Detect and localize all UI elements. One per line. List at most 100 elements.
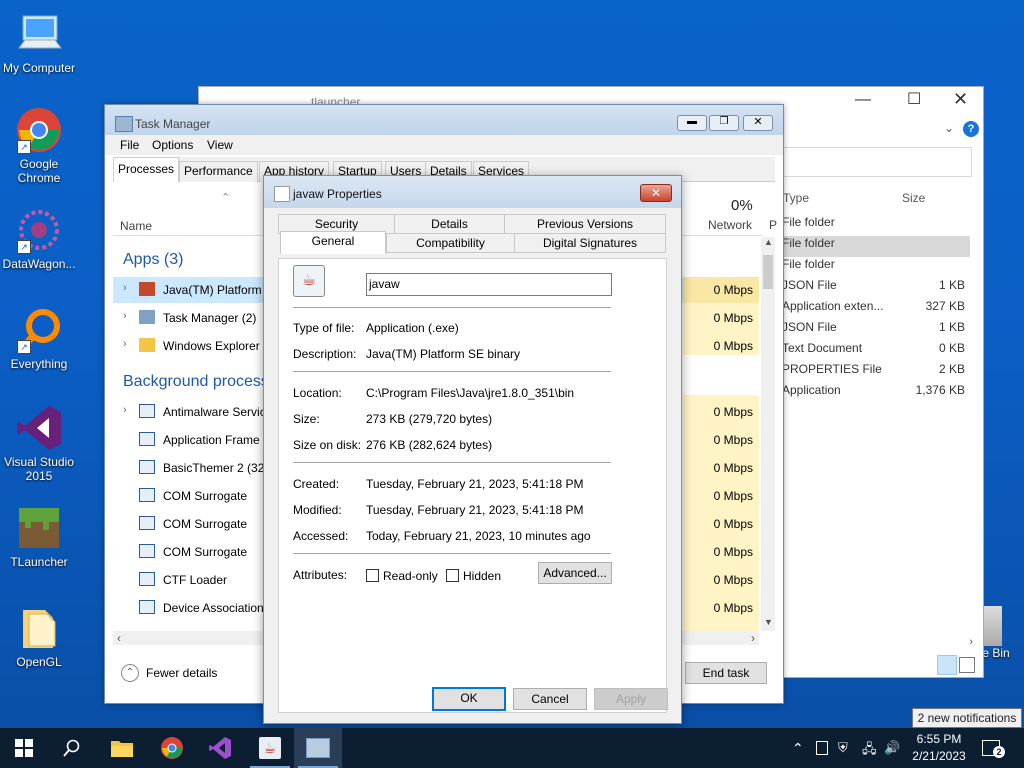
- details-view-icon[interactable]: [937, 655, 957, 675]
- volume-icon[interactable]: 🔊: [884, 740, 900, 756]
- large-icons-view-icon[interactable]: [959, 657, 975, 673]
- desktop-icon-visual-studio[interactable]: Visual Studio 2015: [0, 404, 78, 483]
- cancel-button[interactable]: Cancel: [513, 688, 587, 710]
- close-button[interactable]: ✕: [640, 184, 672, 202]
- file-row[interactable]: PROPERTIES File 2 KB: [782, 362, 970, 383]
- readonly-label[interactable]: Read-only: [383, 569, 438, 583]
- file-row[interactable]: JSON File 1 KB: [782, 278, 970, 299]
- tab-general[interactable]: General: [280, 231, 386, 254]
- readonly-checkbox[interactable]: [366, 569, 379, 582]
- security-center-icon[interactable]: ⛨: [838, 740, 848, 756]
- process-name: Device Association: [163, 601, 264, 615]
- minimize-button[interactable]: ▬: [677, 115, 707, 131]
- taskbar-chrome[interactable]: [148, 728, 196, 768]
- properties-dialog[interactable]: javaw Properties ✕ Security Details Prev…: [263, 175, 682, 724]
- clock-time: 6:55 PM: [916, 732, 962, 746]
- taskbar-file-explorer[interactable]: [98, 728, 146, 768]
- vertical-scrollbar[interactable]: ▲ ▼: [761, 237, 775, 631]
- ok-button[interactable]: OK: [432, 687, 506, 711]
- show-hidden-icons-chevron[interactable]: ⌃: [792, 740, 804, 757]
- close-icon[interactable]: ✕: [953, 89, 968, 110]
- search-icon: [63, 739, 80, 757]
- network-value: 0 Mbps: [713, 339, 753, 353]
- network-icon[interactable]: 🖧: [862, 740, 877, 762]
- file-size: 2 KB: [938, 362, 965, 376]
- chevron-down-icon[interactable]: ⌄: [944, 121, 954, 135]
- fewer-details-link[interactable]: Fewer details: [146, 666, 217, 680]
- column-type[interactable]: Type: [783, 191, 809, 205]
- file-row[interactable]: File folder: [782, 257, 970, 278]
- scrollbar-thumb[interactable]: [763, 255, 773, 289]
- tab-digital-signatures[interactable]: Digital Signatures: [514, 233, 666, 253]
- expand-chevron-icon[interactable]: ›: [123, 404, 127, 416]
- desktop-icon-datawagon[interactable]: ↗ DataWagon...: [0, 206, 78, 271]
- network-value: 0 Mbps: [713, 601, 753, 615]
- horizontal-scrollbar[interactable]: ›: [782, 636, 977, 651]
- tray-app-icon[interactable]: [816, 741, 828, 755]
- desktop-icon-my-computer[interactable]: My Computer: [0, 10, 78, 75]
- process-row[interactable]: Application Frame: [119, 427, 269, 453]
- tab-compatibility[interactable]: Compatibility: [386, 233, 515, 253]
- start-button[interactable]: [0, 728, 48, 768]
- advanced-button[interactable]: Advanced...: [538, 562, 612, 584]
- hidden-checkbox[interactable]: [446, 569, 459, 582]
- process-row[interactable]: › Task Manager (2): [119, 305, 269, 331]
- column-p[interactable]: P: [769, 218, 777, 232]
- desktop-icon-everything[interactable]: ↗ Everything: [0, 306, 78, 371]
- properties-titlebar[interactable]: javaw Properties ✕: [264, 176, 681, 209]
- java-file-icon: [274, 186, 290, 202]
- file-row[interactable]: Application 1,376 KB: [782, 383, 970, 404]
- menu-options[interactable]: Options: [152, 138, 193, 152]
- column-size[interactable]: Size: [902, 191, 925, 205]
- tab-performance[interactable]: Performance: [179, 161, 258, 182]
- close-button[interactable]: ✕: [743, 115, 773, 131]
- desktop-icon-recycle-bin[interactable]: e Bin: [980, 606, 1020, 660]
- expand-chevron-icon[interactable]: ›: [123, 282, 127, 294]
- datawagon-icon: ↗: [15, 206, 63, 254]
- collapse-up-icon[interactable]: ⌃: [121, 664, 139, 682]
- menu-view[interactable]: View: [207, 138, 233, 152]
- file-row[interactable]: File folder: [782, 215, 970, 236]
- column-name[interactable]: Name: [120, 219, 152, 233]
- process-row[interactable]: › Java(TM) Platform: [119, 277, 269, 303]
- file-row[interactable]: Text Document 0 KB: [782, 341, 970, 362]
- action-center-button[interactable]: 2: [980, 736, 1005, 760]
- desktop-icon-opengl[interactable]: OpenGL: [0, 604, 78, 669]
- menu-file[interactable]: File: [120, 138, 139, 152]
- end-task-button[interactable]: End task: [685, 662, 767, 684]
- process-row[interactable]: › Antimalware Servic: [119, 399, 269, 425]
- column-network[interactable]: Network: [708, 218, 752, 232]
- process-row[interactable]: COM Surrogate: [119, 483, 269, 509]
- file-row[interactable]: JSON File 1 KB: [782, 320, 970, 341]
- clock[interactable]: 6:55 PM 2/21/2023: [904, 731, 974, 765]
- process-row[interactable]: Device Association: [119, 595, 269, 621]
- process-row[interactable]: COM Surrogate: [119, 539, 269, 565]
- file-row[interactable]: Application exten... 327 KB: [782, 299, 970, 320]
- process-row[interactable]: CTF Loader: [119, 567, 269, 593]
- help-icon[interactable]: ?: [963, 121, 979, 137]
- file-row[interactable]: File folder: [782, 236, 970, 257]
- search-button[interactable]: [48, 728, 96, 768]
- expand-chevron-icon[interactable]: ›: [123, 338, 127, 350]
- taskbar-java[interactable]: ☕: [246, 728, 294, 768]
- desktop-icon-chrome[interactable]: ↗ Google Chrome: [0, 106, 78, 185]
- search-box[interactable]: [782, 147, 972, 177]
- tab-previous-versions[interactable]: Previous Versions: [504, 214, 666, 234]
- taskbar-task-manager[interactable]: [294, 728, 342, 768]
- size-value: 273 KB (279,720 bytes): [366, 412, 493, 426]
- process-row[interactable]: BasicThemer 2 (32: [119, 455, 269, 481]
- minimize-icon[interactable]: —: [855, 91, 871, 109]
- taskbar-visual-studio[interactable]: [196, 728, 244, 768]
- expand-chevron-icon[interactable]: ›: [123, 310, 127, 322]
- process-row[interactable]: COM Surrogate: [119, 511, 269, 537]
- process-name: Application Frame: [163, 433, 260, 447]
- sort-up-icon[interactable]: ⌃: [221, 191, 230, 204]
- desktop-icon-tlauncher[interactable]: TLauncher: [0, 504, 78, 569]
- filename-input[interactable]: javaw: [366, 273, 612, 296]
- hidden-label[interactable]: Hidden: [463, 569, 501, 583]
- maximize-icon[interactable]: ☐: [907, 89, 921, 109]
- restore-button[interactable]: ❐: [709, 115, 739, 131]
- tab-processes[interactable]: Processes: [113, 157, 180, 182]
- tab-details[interactable]: Details: [394, 214, 505, 234]
- process-row[interactable]: › Windows Explorer: [119, 333, 269, 359]
